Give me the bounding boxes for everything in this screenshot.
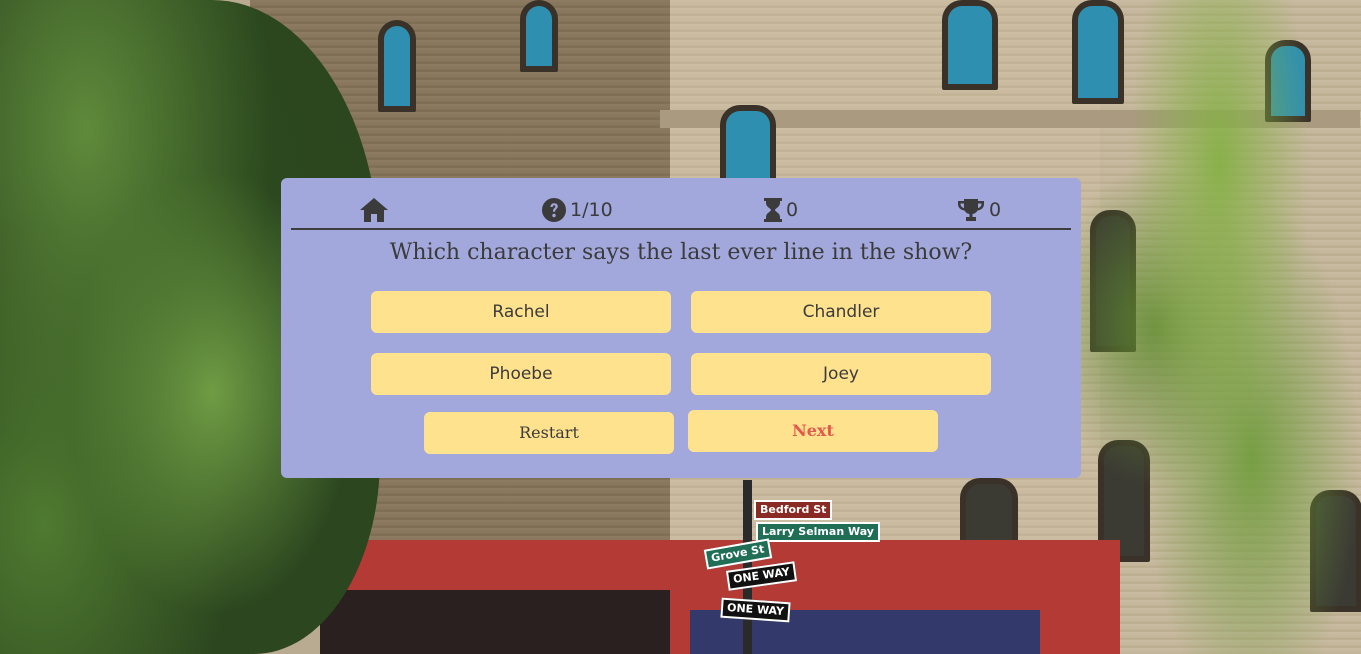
street-sign-larry-selman: Larry Selman Way [756, 522, 880, 542]
answer-button-1[interactable]: Rachel [371, 291, 671, 333]
answer-button-3[interactable]: Phoebe [371, 353, 671, 395]
score-counter: 0 [957, 196, 1001, 224]
answer-button-2[interactable]: Chandler [691, 291, 991, 333]
timer-counter: 0 [764, 196, 798, 224]
storefront-awning-dark [320, 590, 670, 654]
stat-bar: 1/10 0 0 [291, 178, 1071, 230]
next-button[interactable]: Next [688, 410, 938, 452]
quiz-panel: 1/10 0 0 Which character says the last e… [281, 178, 1081, 478]
score-value: 0 [989, 199, 1002, 221]
question-counter: 1/10 [542, 196, 613, 224]
trophy-icon [957, 198, 985, 222]
home-link[interactable] [359, 196, 389, 224]
restart-button[interactable]: Restart [424, 412, 674, 454]
hourglass-icon [764, 198, 782, 222]
home-icon[interactable] [359, 197, 389, 223]
question-progress-value: 1/10 [570, 199, 613, 221]
building-window [520, 0, 558, 72]
question-circle-icon [542, 198, 566, 222]
timer-value: 0 [786, 199, 799, 221]
question-text: Which character says the last ever line … [389, 240, 973, 265]
tree-right [1060, 0, 1361, 654]
street-sign-bedford: Bedford St [754, 500, 833, 520]
building-window [378, 20, 416, 112]
answer-button-4[interactable]: Joey [691, 353, 991, 395]
building-window [942, 0, 998, 90]
